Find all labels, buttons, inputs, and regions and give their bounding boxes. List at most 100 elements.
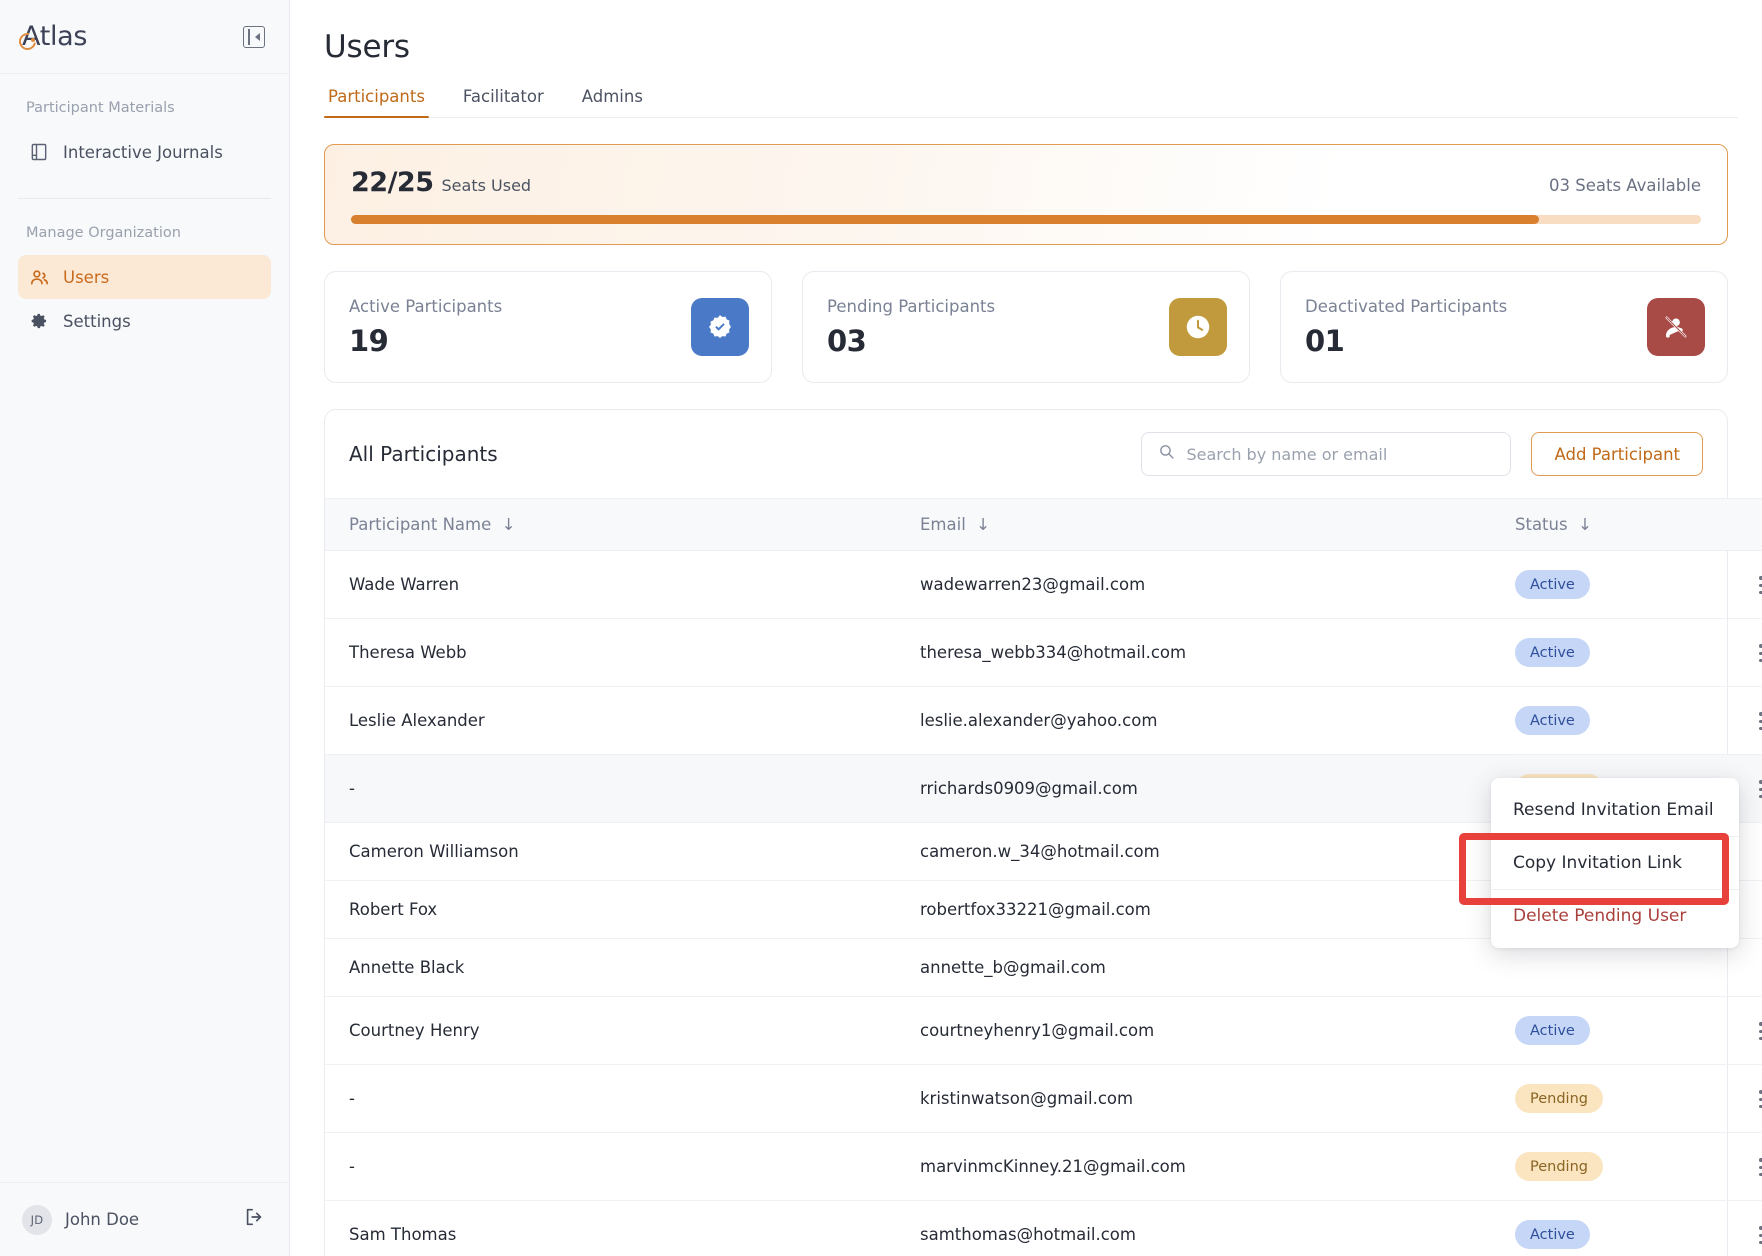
table-row[interactable]: Sam Thomas samthomas@hotmail.com Active xyxy=(325,1200,1762,1256)
status-badge: Active xyxy=(1515,1220,1590,1249)
status-badge: Pending xyxy=(1515,1152,1603,1181)
main-content: Users Participants Facilitator Admins 22… xyxy=(290,0,1762,1256)
sidebar-section-label: Manage Organization xyxy=(26,225,181,241)
status-badge: Pending xyxy=(1515,1084,1603,1113)
search-box[interactable] xyxy=(1141,432,1512,476)
sidebar-section-label: Participant Materials xyxy=(26,100,175,116)
stat-value: 03 xyxy=(827,323,867,358)
row-context-menu: Resend Invitation Email Copy Invitation … xyxy=(1491,778,1739,948)
sidebar-section-participant-materials: Participant Materials Interactive Journa… xyxy=(0,74,289,174)
cell-status: Pending xyxy=(1515,1132,1705,1201)
column-header-participant-name[interactable]: Participant Name ↓ xyxy=(325,498,920,551)
menu-item-delete-pending-user[interactable]: Delete Pending User xyxy=(1491,892,1739,940)
logout-icon[interactable] xyxy=(243,1206,265,1233)
status-badge: Active xyxy=(1515,570,1590,599)
stat-card-active-participants: Active Participants 19 xyxy=(324,271,772,383)
cell-email: samthomas@hotmail.com xyxy=(920,1200,1515,1256)
status-badge: Active xyxy=(1515,1016,1590,1045)
cell-participant-name: Wade Warren xyxy=(325,550,920,619)
column-header-status[interactable]: Status ↓ xyxy=(1515,498,1705,551)
logo-dot-icon xyxy=(31,38,35,42)
sidebar-item-users[interactable]: Users xyxy=(18,255,271,299)
book-icon xyxy=(28,141,50,163)
cell-actions xyxy=(1705,1064,1762,1133)
seats-available-label: 03 Seats Available xyxy=(1549,176,1701,195)
seats-count: 22/25 xyxy=(351,167,434,198)
sidebar: Atlas Participant Materials Interactive … xyxy=(0,0,290,1256)
table-row[interactable]: Leslie Alexander leslie.alexander@yahoo.c… xyxy=(325,686,1762,755)
tab-admins[interactable]: Admins xyxy=(578,87,647,117)
column-label: Status xyxy=(1515,515,1568,534)
seats-banner: 22/25 Seats Used 03 Seats Available xyxy=(324,144,1728,245)
cell-email: kristinwatson@gmail.com xyxy=(920,1064,1515,1133)
cell-status: Active xyxy=(1515,1200,1705,1256)
cell-participant-name: Annette Black xyxy=(325,938,920,997)
cell-actions xyxy=(1705,996,1762,1065)
cell-actions xyxy=(1705,1132,1762,1201)
sidebar-item-interactive-journals[interactable]: Interactive Journals xyxy=(18,130,271,174)
cell-email: leslie.alexander@yahoo.com xyxy=(920,686,1515,755)
table-row[interactable]: Wade Warren wadewarren23@gmail.com Active xyxy=(325,550,1762,619)
seats-used-label: Seats Used xyxy=(441,176,532,195)
cell-status: Active xyxy=(1515,996,1705,1065)
table-toolbar: All Participants Add Participant xyxy=(325,410,1727,498)
menu-separator xyxy=(1491,836,1739,837)
column-header-email[interactable]: Email ↓ xyxy=(920,498,1515,551)
user-slash-icon xyxy=(1647,298,1705,356)
seats-usage: 22/25 Seats Used xyxy=(351,167,531,198)
cell-actions xyxy=(1705,550,1762,619)
menu-separator xyxy=(1491,889,1739,890)
column-label: Participant Name xyxy=(349,515,492,534)
cell-participant-name: Theresa Webb xyxy=(325,618,920,687)
stat-cards: Active Participants 19 Pending Participa… xyxy=(324,271,1728,383)
sidebar-item-label: Settings xyxy=(63,311,131,331)
cell-email: annette_b@gmail.com xyxy=(920,938,1515,997)
table-row[interactable]: - marvinmcKinney.21@gmail.com Pending xyxy=(325,1132,1762,1201)
cell-email: marvinmcKinney.21@gmail.com xyxy=(920,1132,1515,1201)
stat-card-pending-participants: Pending Participants 03 xyxy=(802,271,1250,383)
cell-email: theresa_webb334@hotmail.com xyxy=(920,618,1515,687)
users-icon xyxy=(28,266,50,288)
sidebar-item-settings[interactable]: Settings xyxy=(18,299,271,343)
cell-email: robertfox33221@gmail.com xyxy=(920,880,1515,939)
add-participant-button[interactable]: Add Participant xyxy=(1531,432,1703,476)
table-title: All Participants xyxy=(349,442,498,466)
stat-label: Deactivated Participants xyxy=(1305,296,1508,316)
clock-icon xyxy=(1169,298,1227,356)
panel-collapse-icon[interactable] xyxy=(243,25,265,48)
tab-participants[interactable]: Participants xyxy=(324,87,429,119)
sidebar-section-manage-organization: Manage Organization Users Settings xyxy=(0,199,289,343)
search-input[interactable] xyxy=(1186,444,1495,464)
table-row[interactable]: - kristinwatson@gmail.com Pending xyxy=(325,1064,1762,1133)
cell-participant-name: Leslie Alexander xyxy=(325,686,920,755)
cell-status: Active xyxy=(1515,686,1705,755)
status-badge: Active xyxy=(1515,638,1590,667)
cell-email: cameron.w_34@hotmail.com xyxy=(920,822,1515,881)
menu-item-copy-invitation-link[interactable]: Copy Invitation Link xyxy=(1491,839,1739,887)
seats-progress-track xyxy=(351,215,1701,224)
stat-label: Active Participants xyxy=(349,296,503,316)
tab-facilitator[interactable]: Facilitator xyxy=(459,87,548,117)
cell-participant-name: - xyxy=(325,1064,920,1133)
avatar: JD xyxy=(22,1204,52,1235)
stat-card-deactivated-participants: Deactivated Participants 01 xyxy=(1280,271,1728,383)
cell-status: Active xyxy=(1515,618,1705,687)
table-row[interactable]: Courtney Henry courtneyhenry1@gmail.com Ac… xyxy=(325,996,1762,1065)
gear-icon xyxy=(28,310,50,332)
app-logo: Atlas xyxy=(15,21,88,54)
arrow-down-icon: ↓ xyxy=(971,515,991,534)
cell-actions xyxy=(1705,618,1762,687)
cell-participant-name: Courtney Henry xyxy=(325,996,920,1065)
app-root: Atlas Participant Materials Interactive … xyxy=(0,0,1762,1256)
column-label: Email xyxy=(920,515,966,534)
menu-item-resend-invitation-email[interactable]: Resend Invitation Email xyxy=(1491,786,1739,834)
cell-email: rrichards0909@gmail.com xyxy=(920,754,1515,823)
sidebar-header: Atlas xyxy=(0,0,289,74)
arrow-down-icon: ↓ xyxy=(496,515,516,534)
table-row[interactable]: Theresa Webb theresa_webb334@hotmail.com A… xyxy=(325,618,1762,687)
stat-label: Pending Participants xyxy=(827,296,996,316)
chevron-left-icon xyxy=(255,32,260,41)
cell-status: Pending xyxy=(1515,1064,1705,1133)
cell-participant-name: - xyxy=(325,1132,920,1201)
cell-participant-name: - xyxy=(325,754,920,823)
